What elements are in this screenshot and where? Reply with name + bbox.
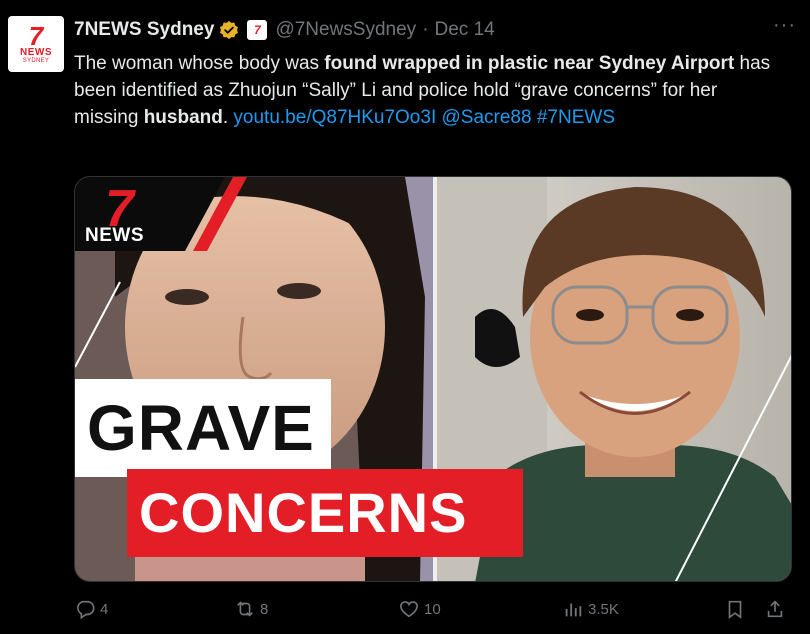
text-part: The woman whose body was (74, 53, 325, 74)
repost-button[interactable]: 8 (234, 598, 268, 620)
tweet-text: The woman whose body was found wrapped i… (74, 50, 774, 131)
reply-count: 4 (100, 600, 109, 618)
like-count: 10 (424, 600, 441, 618)
repost-icon (237, 601, 253, 617)
bookmark-icon (728, 600, 742, 619)
reply-icon (77, 600, 95, 620)
reply-button[interactable]: 4 (74, 598, 108, 620)
verified-badge-icon[interactable] (219, 20, 239, 40)
headline-concerns-text: CONCERNS (139, 481, 468, 544)
headline-grave: GRAVE (75, 379, 331, 477)
tweet[interactable]: 7 NEWS SYDNEY 7NEWS Sydney 7 @7NewsSydne… (0, 0, 810, 634)
view-count: 3.5K (588, 600, 619, 618)
heart-icon (399, 601, 419, 618)
views-button[interactable]: 3.5K (562, 598, 619, 620)
display-name[interactable]: 7NEWS Sydney (74, 19, 214, 41)
repost-count: 8 (260, 600, 269, 618)
mention-link[interactable]: @Sacre88 (442, 107, 532, 128)
media-image[interactable]: 7 NEWS GRAVE CONCERNS (74, 176, 792, 582)
video-link[interactable]: youtu.be/Q87HKu7Oo3I (233, 107, 436, 128)
share-icon (767, 600, 783, 618)
avatar[interactable]: 7 NEWS SYDNEY (8, 16, 64, 72)
avatar-seven: 7 (28, 20, 44, 51)
handle[interactable]: @7NewsSydney (275, 19, 416, 41)
share-button[interactable] (764, 598, 790, 620)
bookmark-button[interactable] (724, 598, 750, 620)
separator: · (422, 19, 429, 40)
avatar-sub: SYDNEY (22, 57, 50, 64)
avatar-news: NEWS (20, 46, 52, 58)
text-part: . (222, 107, 234, 128)
views-icon (565, 603, 582, 617)
hashtag-link[interactable]: #7NEWS (537, 107, 615, 128)
more-options-icon[interactable]: ··· (773, 14, 796, 37)
tweet-header: 7NEWS Sydney 7 @7NewsSydney · Dec 14 (74, 18, 495, 42)
text-bold: husband (143, 107, 223, 128)
text-bold: found wrapped in plastic near Sydney Air… (324, 53, 735, 74)
timestamp[interactable]: Dec 14 (435, 19, 495, 41)
logo-news: NEWS (85, 225, 144, 246)
action-bar: 4 8 10 3.5K (74, 598, 794, 626)
affiliate-badge-icon[interactable]: 7 (247, 20, 268, 40)
headline-concerns: CONCERNS (127, 469, 523, 557)
headline-grave-text: GRAVE (87, 392, 315, 464)
like-button[interactable]: 10 (398, 598, 441, 620)
